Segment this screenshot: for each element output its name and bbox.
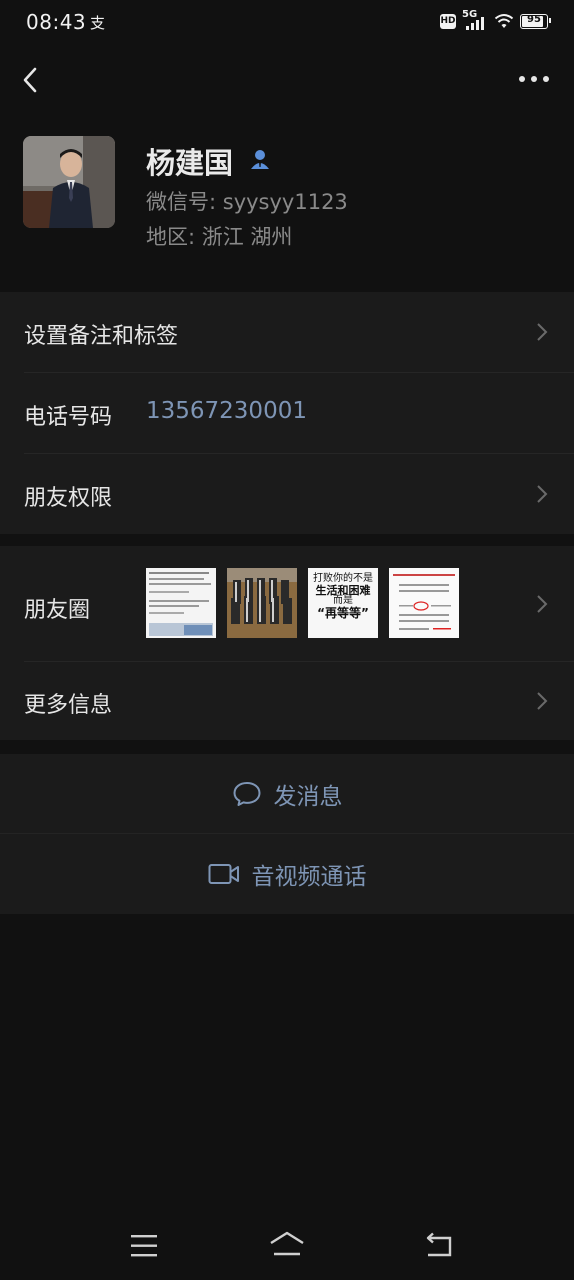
contact-name: 杨建国 [146,146,234,180]
send-message-label: 发消息 [273,784,343,810]
cellular-signal-icon: 5G [462,9,488,30]
home-icon[interactable] [268,1230,306,1258]
moments-label: 朋友圈 [24,598,91,623]
video-call-button[interactable]: 音视频通话 [0,834,574,914]
status-time: 08:43 [26,10,87,34]
chevron-right-icon [537,595,548,613]
avatar-photo-icon [23,136,115,228]
moments-thumbnails: 打败你的不是 生活和困难 而是 “再等等” [146,568,459,638]
chevron-right-icon [537,323,548,341]
chevron-right-icon [537,485,548,503]
status-bar: 08:43 支 HD 5G 95 [0,0,574,46]
more-info-row[interactable]: 更多信息 [0,662,574,740]
remark-tags-label: 设置备注和标签 [24,324,179,349]
avatar[interactable] [23,136,115,228]
quote-line-1: 打败你的不是 [313,573,373,584]
back-icon[interactable] [424,1232,454,1258]
send-message-button[interactable]: 发消息 [0,754,574,834]
battery-level: 95 [527,13,541,25]
more-info-label: 更多信息 [24,693,113,718]
phone-row: 电话号码 13567230001 [0,373,574,453]
chevron-right-icon [537,692,548,710]
phone-number-link[interactable]: 13567230001 [146,398,307,424]
moments-row[interactable]: 朋友圈 打败你的不是 生活和困难 而是 “再等等” [0,546,574,661]
battery-icon: 95 [520,13,551,29]
moments-thumbnail-photo-icon [227,568,297,638]
moments-thumbnail-form-icon [389,568,459,638]
friend-permissions-row[interactable]: 朋友权限 [0,454,574,534]
back-chevron-icon[interactable] [16,60,46,100]
contact-info-group: 设置备注和标签 电话号码 13567230001 朋友权限 [0,292,574,534]
alipay-notification-icon: 支 [90,14,106,32]
moments-thumbnail-document-icon [146,568,216,638]
verified-contact-icon [251,150,269,169]
remark-tags-row[interactable]: 设置备注和标签 [0,292,574,372]
friend-permissions-label: 朋友权限 [24,486,113,511]
quote-line-3: 而是 [333,595,353,607]
hd-icon: HD [440,13,456,29]
video-camera-icon [208,864,239,884]
region: 地区: 浙江 湖州 [146,225,293,249]
status-icons: HD 5G 95 [440,9,551,30]
quote-line-4: “再等等” [317,605,369,620]
moments-group: 朋友圈 打败你的不是 生活和困难 而是 “再等等” 更多信息 [0,546,574,740]
chat-bubble-icon [233,782,260,806]
wifi-icon [494,14,514,28]
menu-icon[interactable] [130,1233,158,1259]
wechat-id: 微信号: syysyy1123 [146,190,348,214]
more-options-icon[interactable] [516,62,552,96]
moments-thumbnail-quote: 打败你的不是 生活和困难 而是 “再等等” [308,568,378,638]
video-call-label: 音视频通话 [251,864,367,890]
phone-label: 电话号码 [24,405,113,430]
system-navigation-bar [0,1212,574,1280]
profile-header: 杨建国 微信号: syysyy1123 地区: 浙江 湖州 [0,120,574,292]
